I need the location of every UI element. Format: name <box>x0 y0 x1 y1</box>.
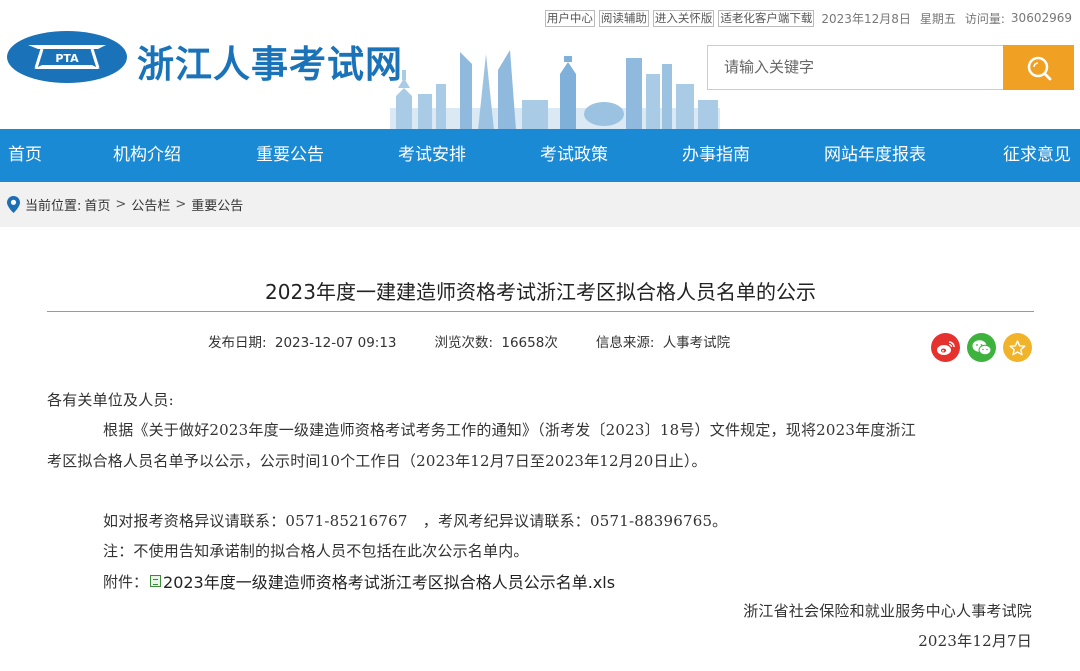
spreadsheet-file-icon <box>150 575 162 587</box>
wechat-icon <box>972 340 991 356</box>
breadcrumb-bar: 当前位置: 首页 > 公告栏 > 重要公告 <box>0 182 1080 227</box>
article-note: 注：不使用告知承诺制的拟合格人员不包括在此次公示名单内。 <box>103 542 529 560</box>
nav-item-about[interactable]: 机构介绍 <box>113 129 181 182</box>
view-count: 浏览次数: 16658次 <box>435 331 558 351</box>
article-title: 2023年度一建建造师资格考试浙江考区拟合格人员名单的公示 <box>265 280 816 304</box>
info-source: 信息来源: 人事考试院 <box>596 331 730 351</box>
article-paragraph-line: 考区拟合格人员名单予以公示，公示时间10个工作日（2023年12月7日至2023… <box>47 452 707 470</box>
info-source-label: 信息来源: <box>595 335 655 351</box>
article-meta: 发布日期: 2023-12-07 09:13 浏览次数: 16658次 信息来源… <box>208 331 768 351</box>
nav-item-annual-report[interactable]: 网站年度报表 <box>824 129 926 182</box>
nav-item-exam-schedule[interactable]: 考试安排 <box>398 129 466 182</box>
search-button[interactable] <box>1003 45 1074 90</box>
breadcrumb-prefix: 当前位置: <box>25 199 82 214</box>
nav-item-exam-policy[interactable]: 考试政策 <box>540 129 608 182</box>
elderly-client-download-link[interactable]: 适老化客户端下载 <box>718 9 815 27</box>
pta-logo[interactable]: PTA <box>6 30 128 84</box>
attachment-link[interactable]: 2023年度一级建造师资格考试浙江考区拟合格人员公示名单.xls <box>163 569 615 593</box>
favorite-button[interactable] <box>1003 333 1032 362</box>
location-pin-icon <box>7 196 20 213</box>
city-skyline-illustration <box>390 50 720 130</box>
main-nav: 首页 机构介绍 重要公告 考试安排 考试政策 办事指南 网站年度报表 征求意见 <box>0 129 1080 182</box>
search-icon <box>1027 56 1051 80</box>
logo-text: PTA <box>55 52 79 65</box>
breadcrumb-separator: > <box>175 197 187 212</box>
publish-date-value: 2023-12-07 09:13 <box>274 335 397 351</box>
attachment-label: 附件： <box>103 572 149 591</box>
favorite-icon <box>1009 339 1026 355</box>
site-name[interactable]: 浙江人事考试网 <box>137 34 403 88</box>
title-divider <box>47 311 1034 312</box>
reading-aid-link[interactable]: 阅读辅助 <box>598 9 649 27</box>
search-input[interactable]: 请输入关键字 <box>707 45 1003 90</box>
nav-item-service-guide[interactable]: 办事指南 <box>682 129 750 182</box>
current-weekday: 星期五 <box>919 11 956 26</box>
breadcrumb: 当前位置: 首页 > 公告栏 > 重要公告 <box>7 195 243 214</box>
care-version-link[interactable]: 进入关怀版 <box>652 9 715 27</box>
share-buttons <box>931 333 1032 362</box>
publish-date-label: 发布日期: <box>208 335 267 351</box>
share-wechat-button[interactable] <box>967 333 996 362</box>
attachment-row: 附件： 2023年度一级建造师资格考试浙江考区拟合格人员公示名单.xls <box>103 569 615 593</box>
signature-organization: 浙江省社会保险和就业服务中心人事考试院 <box>743 602 1032 620</box>
breadcrumb-separator: > <box>115 197 127 212</box>
breadcrumb-bulletin-board[interactable]: 公告栏 <box>131 195 170 214</box>
site-header: 用户中心 阅读辅助 进入关怀版 适老化客户端下载 2023年12月8日 星期五 … <box>0 0 1080 130</box>
article-greeting: 各有关单位及人员: <box>47 391 174 409</box>
contact-info: 如对报考资格异议请联系：0571-85216767 ，考风考纪异议请联系：057… <box>103 512 728 530</box>
signature-date: 2023年12月7日 <box>918 632 1032 650</box>
user-center-link[interactable]: 用户中心 <box>544 9 595 27</box>
weibo-icon <box>937 340 955 355</box>
top-links-bar: 用户中心 阅读辅助 进入关怀版 适老化客户端下载 2023年12月8日 星期五 … <box>544 9 1072 27</box>
nav-item-home[interactable]: 首页 <box>8 129 42 182</box>
info-source-value: 人事考试院 <box>662 335 731 351</box>
article-paragraph-line: 根据《关于做好2023年度一级建造师资格考试考务工作的通知》（浙考发〔2023〕… <box>103 421 916 439</box>
nav-item-announcements[interactable]: 重要公告 <box>256 129 324 182</box>
visits-count: 30602969 <box>1010 11 1072 25</box>
view-count-value: 16658次 <box>501 335 558 351</box>
share-weibo-button[interactable] <box>931 333 960 362</box>
current-date: 2023年12月8日 <box>821 11 911 26</box>
visits-label: 访问量: <box>964 11 1005 26</box>
breadcrumb-announcements[interactable]: 重要公告 <box>191 195 243 214</box>
nav-item-feedback[interactable]: 征求意见 <box>1003 129 1071 182</box>
breadcrumb-home[interactable]: 首页 <box>84 195 110 214</box>
publish-date: 发布日期: 2023-12-07 09:13 <box>208 331 397 351</box>
view-count-label: 浏览次数: <box>434 335 494 351</box>
